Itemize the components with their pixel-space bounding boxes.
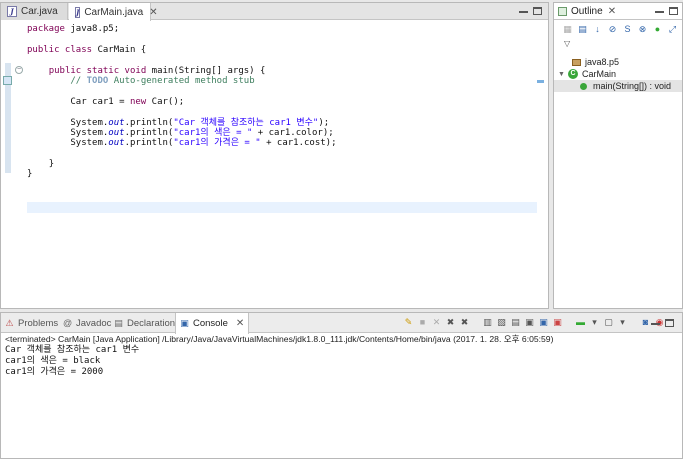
code-line-8: Car car1 = new Car(); xyxy=(70,96,185,107)
hide-local-types-icon[interactable]: ● xyxy=(652,24,663,35)
maximize-icon[interactable] xyxy=(665,319,674,327)
remove-launch-icon[interactable]: ✕ xyxy=(431,317,442,328)
console-icon: ▣ xyxy=(180,318,189,328)
display-console-icon[interactable]: ▣ xyxy=(552,317,563,328)
view-menu-chevron-icon[interactable]: ▽ xyxy=(554,38,682,50)
code-line-12: System.out.println("car1의 가격은 = " + car1… xyxy=(70,138,337,149)
tree-method[interactable]: main(String[]) : void xyxy=(554,80,682,92)
code-line-15: } xyxy=(27,169,33,180)
outline-tabbar: Outline ✕ xyxy=(554,3,682,20)
terminate-icon[interactable]: ■ xyxy=(417,317,428,328)
collapse-all-icon[interactable]: ▦ xyxy=(562,24,573,35)
public-static-method-icon xyxy=(580,82,587,90)
remove-terminated-icon[interactable]: ✖ xyxy=(459,317,470,328)
sort-icon[interactable]: ↓ xyxy=(592,24,603,35)
console-toolbar: ✎ ■ ✕ ✖ ✖ ▥ ▧ ▤ ▣ ▣ ▣ ▬ ▾ ▢ ▾ ◙ ◉ xyxy=(403,317,674,329)
expand-arrow-icon[interactable]: ▼ xyxy=(558,71,568,78)
tab-label: CarMain.java xyxy=(84,6,144,18)
link-editor-icon[interactable]: ▤ xyxy=(577,24,588,35)
close-icon[interactable]: ✕ xyxy=(236,318,244,329)
overview-ruler-marker[interactable] xyxy=(537,80,544,83)
maximize-icon[interactable] xyxy=(669,7,678,15)
close-icon[interactable]: ✕ xyxy=(149,7,157,18)
bottom-panel: ⚠ Problems @ Javadoc ▤ Declaration ▣ Con… xyxy=(0,312,683,459)
scroll-lock-icon[interactable]: ▧ xyxy=(496,317,507,328)
tab-problems[interactable]: ⚠ Problems xyxy=(5,313,58,333)
editor-panel: J Car.java J CarMain.java ✕ − package ja… xyxy=(0,2,549,309)
new-console-icon[interactable]: ▢ xyxy=(603,317,614,328)
bottom-tabbar: ⚠ Problems @ Javadoc ▤ Declaration ▣ Con… xyxy=(1,313,682,334)
remove-all-icon[interactable]: ✖ xyxy=(445,317,456,328)
tab-label: Car.java xyxy=(21,6,58,17)
code-line-10: System.out.println("Car 객체를 참조하는 car1 변수… xyxy=(70,117,330,128)
console-line: Car 객체를 참조하는 car1 변수 xyxy=(5,345,140,355)
java-file-icon: J xyxy=(75,6,81,18)
fold-toggle-icon[interactable]: − xyxy=(15,66,23,74)
code-line-5: public static void main(String[] args) { xyxy=(48,65,266,76)
editor-tabbar: J Car.java J CarMain.java ✕ xyxy=(1,3,548,21)
tree-package[interactable]: java8.p5 xyxy=(572,56,619,68)
minimize-icon[interactable] xyxy=(655,7,664,13)
hide-nonpublic-icon[interactable]: ⊗ xyxy=(637,24,648,35)
code-line-1: package java8.p5; xyxy=(27,24,120,34)
outline-view-icon xyxy=(558,6,567,16)
code-line-3: public class CarMain { xyxy=(27,44,147,55)
separator xyxy=(566,317,572,328)
eclipse-window: J Car.java J CarMain.java ✕ − package ja… xyxy=(0,0,683,459)
separator xyxy=(631,317,637,328)
console-output[interactable]: <terminated> CarMain [Java Application] … xyxy=(5,334,553,378)
outline-title[interactable]: Outline xyxy=(571,6,603,17)
tab-car-java[interactable]: J Car.java xyxy=(1,3,68,20)
maximize-icon[interactable] xyxy=(533,7,542,15)
word-wrap-icon[interactable]: ▤ xyxy=(510,317,521,328)
code-line-6: // TODO Auto-generated method stub xyxy=(70,75,255,86)
code-line-14: } xyxy=(48,159,55,170)
properties-icon[interactable]: ◙ xyxy=(640,317,651,328)
open-console-icon[interactable]: ▬ xyxy=(575,317,586,328)
show-on-output-icon[interactable]: ▣ xyxy=(524,317,535,328)
tab-javadoc[interactable]: @ Javadoc xyxy=(63,313,111,333)
code-editor[interactable]: − package java8.p5; public class CarMain… xyxy=(1,21,548,308)
minimize-icon[interactable] xyxy=(651,319,660,325)
focus-icon[interactable]: ⤢ xyxy=(667,24,678,35)
package-icon xyxy=(572,58,581,66)
declaration-icon: ▤ xyxy=(114,317,123,328)
separator xyxy=(473,317,479,328)
dropdown-icon[interactable]: ▾ xyxy=(589,317,600,328)
editor-gutter xyxy=(1,21,13,308)
problems-icon: ⚠ xyxy=(5,317,14,328)
terminated-status: <terminated> CarMain [Java Application] … xyxy=(5,334,554,344)
current-line-highlight xyxy=(27,202,537,213)
outline-panel: Outline ✕ ▦ ▤ ↓ ⊘ S ⊗ ● ⤢ ▽ java8.p5 ▼ C… xyxy=(553,2,683,309)
outline-toolbar: ▦ ▤ ↓ ⊘ S ⊗ ● ⤢ xyxy=(554,20,682,38)
task-marker-icon[interactable] xyxy=(3,76,12,85)
code-line-11: System.out.println("car1의 색은 = " + car1.… xyxy=(70,127,334,138)
dropdown-icon[interactable]: ▾ xyxy=(617,317,628,328)
javadoc-icon: @ xyxy=(63,317,73,328)
clear-console-icon[interactable]: ▥ xyxy=(482,317,493,328)
tab-console[interactable]: ▣ Console ✕ xyxy=(175,313,250,334)
hide-static-icon[interactable]: S xyxy=(622,24,633,35)
console-line: car1의 색은 = black xyxy=(5,356,101,366)
close-icon[interactable]: ✕ xyxy=(608,6,616,17)
pin-icon[interactable]: ✎ xyxy=(403,317,414,328)
java-file-icon: J xyxy=(7,6,17,17)
console-line: car1의 가격은 = 2000 xyxy=(5,367,104,377)
tab-declaration[interactable]: ▤ Declaration xyxy=(114,313,175,333)
code-lines: package java8.p5; public class CarMain {… xyxy=(27,24,337,180)
hide-fields-icon[interactable]: ⊘ xyxy=(607,24,618,35)
tree-class[interactable]: ▼ C CarMain xyxy=(558,68,616,80)
show-on-error-icon[interactable]: ▣ xyxy=(538,317,549,328)
tab-carmain-java[interactable]: J CarMain.java ✕ xyxy=(69,3,158,21)
class-icon: C xyxy=(568,69,578,79)
minimize-icon[interactable] xyxy=(519,7,528,13)
